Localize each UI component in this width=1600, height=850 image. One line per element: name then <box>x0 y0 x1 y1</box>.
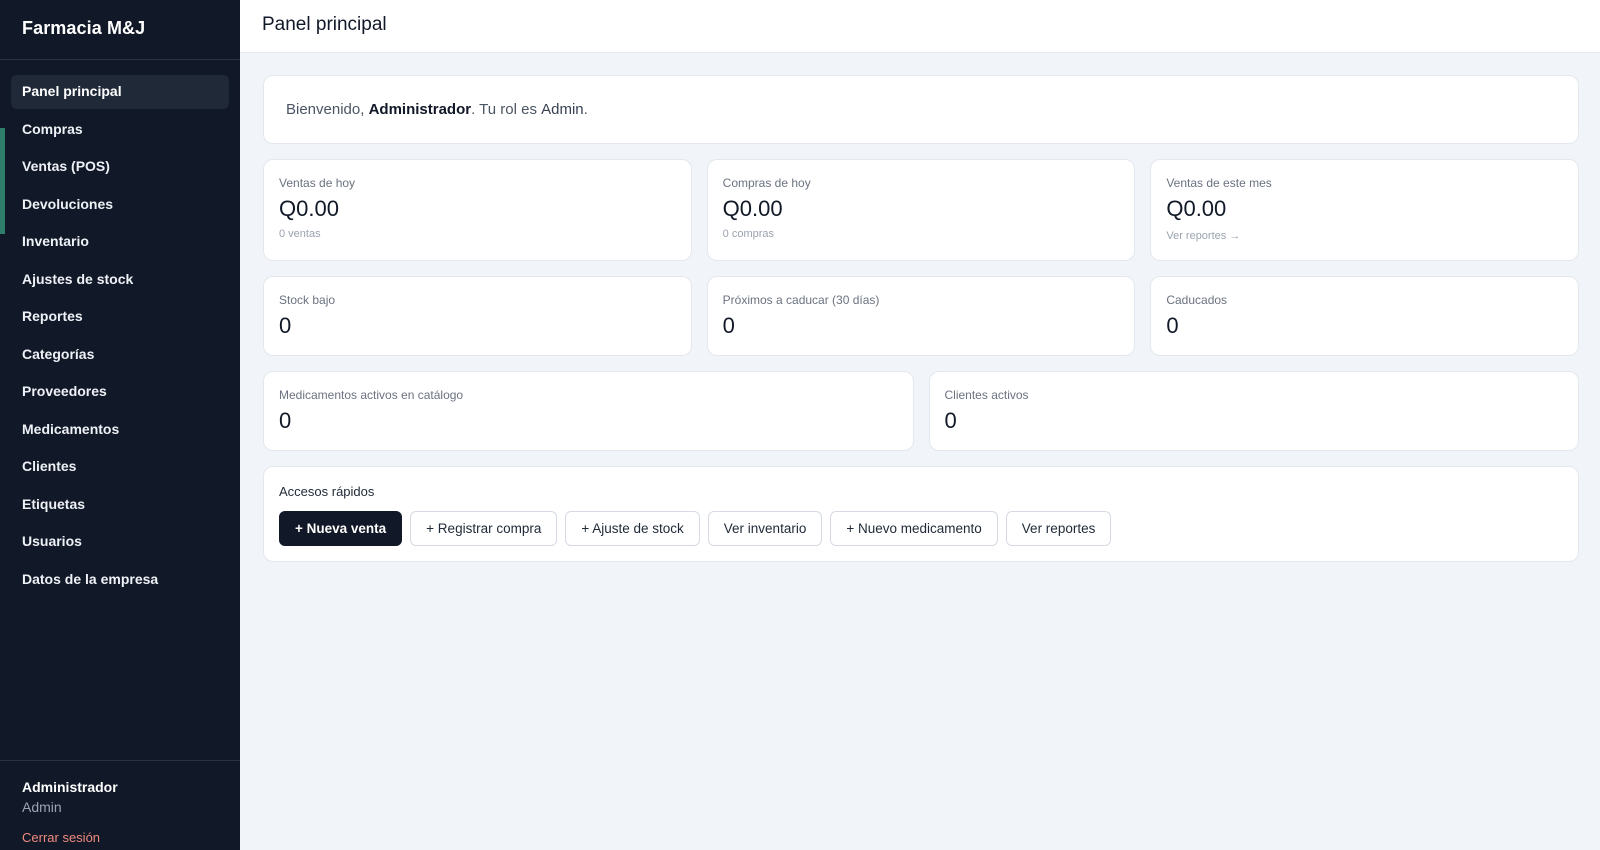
stat-label: Clientes activos <box>944 388 1029 402</box>
stat-label: Compras de hoy <box>722 176 811 190</box>
stats-row-2: Stock bajo 0 Próximos a caducar (30 días… <box>263 276 1580 356</box>
stat-card-active-clients: Clientes activos 0 <box>928 371 1579 451</box>
sidebar: Farmacia M&J Panel principal Compras Ven… <box>0 0 240 850</box>
stat-value: 0 <box>279 313 292 338</box>
stat-card-purchases-today: Compras de hoy Q0.00 0 compras <box>706 159 1136 261</box>
nav-accent-bar <box>0 128 5 234</box>
stat-label: Ventas de hoy <box>279 176 356 190</box>
stats-row-1: Ventas de hoy Q0.00 0 ventas Compras de … <box>263 159 1580 261</box>
stat-subtext: 0 ventas <box>279 228 321 240</box>
stat-label: Caducados <box>1166 293 1228 307</box>
sidebar-item-ajustes-de-stock[interactable]: Ajustes de stock <box>11 263 229 297</box>
sidebar-item-reportes[interactable]: Reportes <box>11 300 229 334</box>
stat-value: 0 <box>944 408 957 433</box>
sidebar-item-categorias[interactable]: Categorías <box>11 338 229 372</box>
stat-label: Medicamentos activos en catálogo <box>279 388 464 402</box>
welcome-suffix: . <box>583 101 588 118</box>
sidebar-item-usuarios[interactable]: Usuarios <box>11 525 229 559</box>
quick-access-title: Accesos rápidos <box>279 484 375 499</box>
sidebar-nav: Panel principal Compras Ventas (POS) Dev… <box>0 60 240 596</box>
brand-title: Farmacia M&J <box>0 0 240 60</box>
logout-link[interactable]: Cerrar sesión <box>22 830 100 845</box>
quick-access-card: Accesos rápidos + Nueva venta + Registra… <box>263 466 1579 562</box>
stats-row-3: Medicamentos activos en catálogo 0 Clien… <box>263 371 1579 451</box>
user-role: Admin <box>22 799 62 815</box>
register-purchase-button[interactable]: + Registrar compra <box>410 511 558 546</box>
stat-label: Stock bajo <box>279 293 336 307</box>
sidebar-item-panel-principal[interactable]: Panel principal <box>11 75 229 109</box>
stat-label: Ventas de este mes <box>1166 176 1272 190</box>
sidebar-item-devoluciones[interactable]: Devoluciones <box>11 188 229 222</box>
new-sale-button[interactable]: + Nueva venta <box>279 511 403 546</box>
sidebar-item-medicamentos[interactable]: Medicamentos <box>11 413 229 447</box>
view-inventory-button[interactable]: Ver inventario <box>707 511 823 546</box>
sidebar-item-inventario[interactable]: Inventario <box>11 225 229 259</box>
stat-card-expired: Caducados 0 <box>1150 276 1580 356</box>
stat-card-low-stock: Stock bajo 0 <box>263 276 692 356</box>
sidebar-item-etiquetas[interactable]: Etiquetas <box>11 488 229 522</box>
sidebar-item-clientes[interactable]: Clientes <box>11 450 229 484</box>
sidebar-item-datos-empresa[interactable]: Datos de la empresa <box>11 563 229 597</box>
welcome-user: Administrador <box>368 101 472 118</box>
stat-value: 0 <box>1166 313 1179 338</box>
welcome-card: Bienvenido, Administrador. Tu rol es Adm… <box>263 75 1579 144</box>
new-medication-button[interactable]: + Nuevo medicamento <box>830 511 998 546</box>
stat-card-active-meds: Medicamentos activos en catálogo 0 <box>263 371 914 451</box>
view-reports-button[interactable]: Ver reportes <box>1005 511 1112 546</box>
stat-card-expiring: Próximos a caducar (30 días) 0 <box>706 276 1136 356</box>
stat-card-sales-month: Ventas de este mes Q0.00 Ver reportes → <box>1150 159 1580 261</box>
user-name: Administrador <box>22 779 118 795</box>
page-title: Panel principal <box>262 14 387 35</box>
stat-card-sales-today: Ventas de hoy Q0.00 0 ventas <box>263 159 692 261</box>
sidebar-item-proveedores[interactable]: Proveedores <box>11 375 229 409</box>
sidebar-item-compras[interactable]: Compras <box>11 113 229 147</box>
stat-subtext: 0 compras <box>722 228 775 240</box>
stat-value: 0 <box>279 408 292 433</box>
stat-value: Q0.00 <box>279 196 339 221</box>
stat-label: Próximos a caducar (30 días) <box>722 293 880 307</box>
quick-access-buttons: + Nueva venta + Registrar compra + Ajust… <box>279 511 1563 546</box>
welcome-role: Admin <box>541 101 584 118</box>
view-reports-link[interactable]: Ver reportes → <box>1166 230 1240 242</box>
welcome-prefix: Bienvenido, <box>286 101 365 118</box>
welcome-middle: . Tu rol es <box>471 101 537 118</box>
user-panel: Administrador Admin Cerrar sesión <box>0 760 240 850</box>
stat-value: Q0.00 <box>1166 196 1227 221</box>
stat-value: 0 <box>722 313 735 338</box>
stat-value: Q0.00 <box>722 196 783 221</box>
sidebar-item-ventas-pos[interactable]: Ventas (POS) <box>11 150 229 184</box>
top-header: Panel principal <box>240 0 1600 53</box>
stock-adjustment-button[interactable]: + Ajuste de stock <box>565 511 700 546</box>
main-content: Bienvenido, Administrador. Tu rol es Adm… <box>263 75 1580 562</box>
